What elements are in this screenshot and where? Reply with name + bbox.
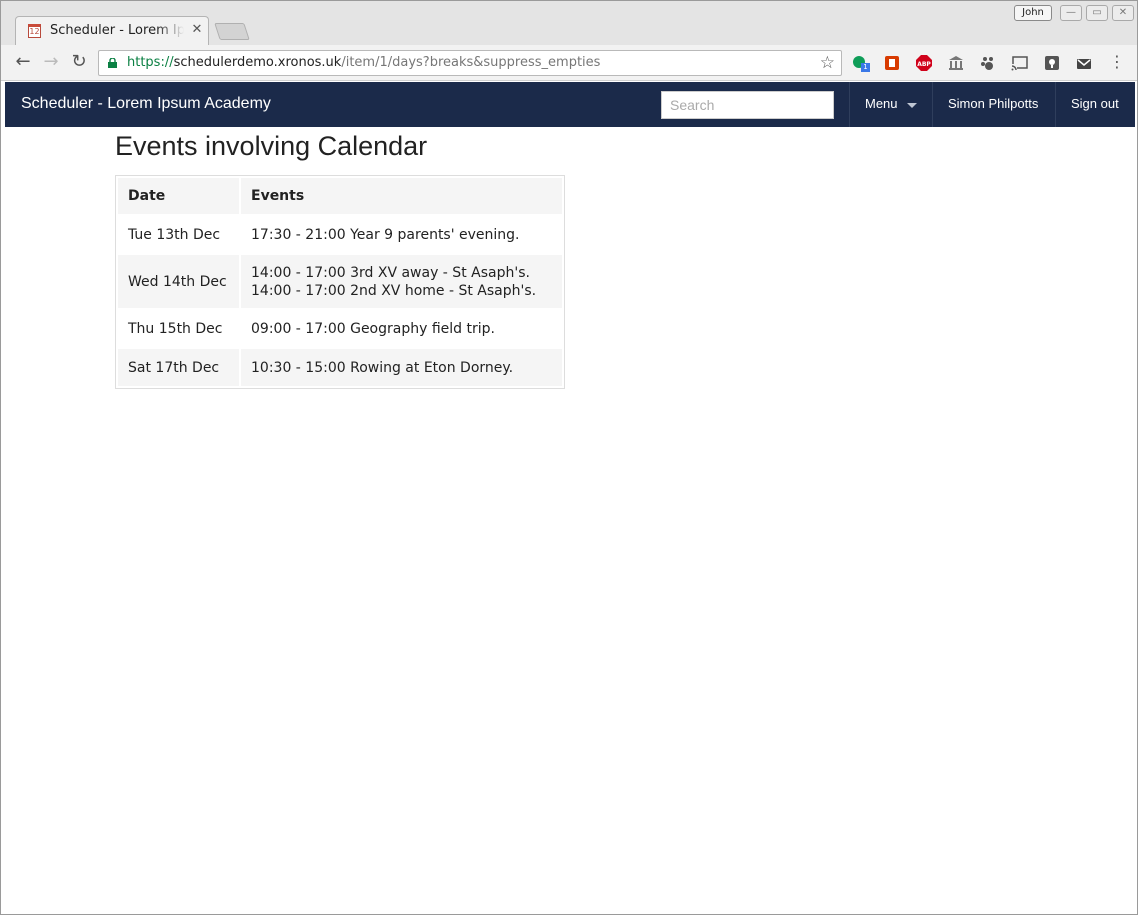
minimize-icon[interactable]: —	[1060, 5, 1082, 21]
url-text: https://schedulerdemo.xronos.uk/item/1/d…	[127, 55, 600, 70]
tab-title: Scheduler - Lorem Ipsum Academy	[50, 23, 184, 38]
profile-button[interactable]: John	[1014, 5, 1052, 21]
address-bar[interactable]: https://schedulerdemo.xronos.uk/item/1/d…	[98, 50, 842, 76]
table-row: Tue 13th Dec 17:30 - 21:00 Year 9 parent…	[118, 216, 562, 253]
reload-icon[interactable]: ↻	[67, 51, 91, 75]
event-cell: 17:30 - 21:00 Year 9 parents' evening.	[241, 216, 562, 253]
menu-dropdown[interactable]: Menu	[865, 96, 898, 111]
user-name-link[interactable]: Simon Philpotts	[948, 96, 1038, 111]
maximize-icon[interactable]: ▭	[1086, 5, 1108, 21]
browser-menu-icon[interactable]: ⋮	[1105, 51, 1129, 75]
hangouts-icon[interactable]: 1	[852, 55, 870, 72]
svg-text:ABP: ABP	[917, 61, 931, 68]
event-date: Wed 14th Dec	[118, 255, 239, 308]
page-title: Events involving Calendar	[115, 131, 428, 161]
table-header-row: Date Events	[118, 178, 562, 214]
table-row: Wed 14th Dec 14:00 - 17:00 3rd XV away -…	[118, 255, 562, 308]
office-icon[interactable]	[884, 55, 900, 71]
table-row: Thu 15th Dec 09:00 - 17:00 Geography fie…	[118, 310, 562, 347]
column-header-date: Date	[118, 178, 239, 214]
navbar-divider	[849, 82, 850, 127]
events-table: Date Events Tue 13th Dec 17:30 - 21:00 Y…	[115, 175, 565, 389]
event-item[interactable]: 09:00 - 17:00 Geography field trip.	[251, 320, 552, 338]
bookmark-star-icon[interactable]: ☆	[820, 53, 835, 73]
table-row: Sat 17th Dec 10:30 - 15:00 Rowing at Eto…	[118, 349, 562, 386]
event-cell: 10:30 - 15:00 Rowing at Eton Dorney.	[241, 349, 562, 386]
event-item[interactable]: 17:30 - 21:00 Year 9 parents' evening.	[251, 226, 552, 244]
cast-icon[interactable]	[1011, 55, 1028, 71]
caret-down-icon[interactable]	[907, 103, 917, 108]
paw-icon[interactable]	[980, 55, 996, 71]
museum-icon[interactable]	[948, 55, 964, 71]
browser-toolbar: ← → ↻ https://schedulerdemo.xronos.uk/it…	[1, 45, 1137, 81]
url-scheme: https://	[127, 55, 174, 70]
calendar-favicon-icon: 12	[28, 24, 41, 38]
event-date: Sat 17th Dec	[118, 349, 239, 386]
tab-strip: 12 Scheduler - Lorem Ipsum Academy ✕ Joh…	[1, 1, 1137, 45]
event-item[interactable]: 14:00 - 17:00 3rd XV away - St Asaph's.	[251, 264, 552, 282]
browser-tab-active[interactable]: 12 Scheduler - Lorem Ipsum Academy ✕	[15, 16, 209, 45]
event-cell: 14:00 - 17:00 3rd XV away - St Asaph's. …	[241, 255, 562, 308]
sign-out-link[interactable]: Sign out	[1071, 96, 1119, 111]
mail-icon[interactable]	[1076, 55, 1092, 71]
forward-arrow-icon[interactable]: →	[39, 51, 63, 75]
event-cell: 09:00 - 17:00 Geography field trip.	[241, 310, 562, 347]
app-navbar: Scheduler - Lorem Ipsum Academy Menu Sim…	[5, 82, 1135, 127]
event-item[interactable]: 14:00 - 17:00 2nd XV home - St Asaph's.	[251, 282, 552, 300]
new-tab-button[interactable]	[214, 23, 250, 40]
event-item[interactable]: 10:30 - 15:00 Rowing at Eton Dorney.	[251, 359, 552, 377]
tab-close-icon[interactable]: ✕	[190, 22, 204, 38]
url-path: /item/1/days?breaks&suppress_empties	[341, 55, 601, 70]
app-brand[interactable]: Scheduler - Lorem Ipsum Academy	[21, 95, 271, 113]
back-arrow-icon[interactable]: ←	[11, 51, 35, 75]
event-date: Tue 13th Dec	[118, 216, 239, 253]
navbar-divider	[932, 82, 933, 127]
url-host: schedulerdemo.xronos.uk	[173, 55, 342, 70]
column-header-events: Events	[241, 178, 562, 214]
keep-icon[interactable]	[1044, 55, 1060, 71]
adblock-icon[interactable]: ABP	[916, 55, 932, 71]
lock-icon	[108, 58, 117, 68]
event-date: Thu 15th Dec	[118, 310, 239, 347]
navbar-divider	[1055, 82, 1056, 127]
extension-badge: 1	[861, 63, 870, 72]
search-input[interactable]	[661, 91, 834, 119]
browser-window: 12 Scheduler - Lorem Ipsum Academy ✕ Joh…	[0, 0, 1138, 915]
close-window-icon[interactable]: ✕	[1112, 5, 1134, 21]
